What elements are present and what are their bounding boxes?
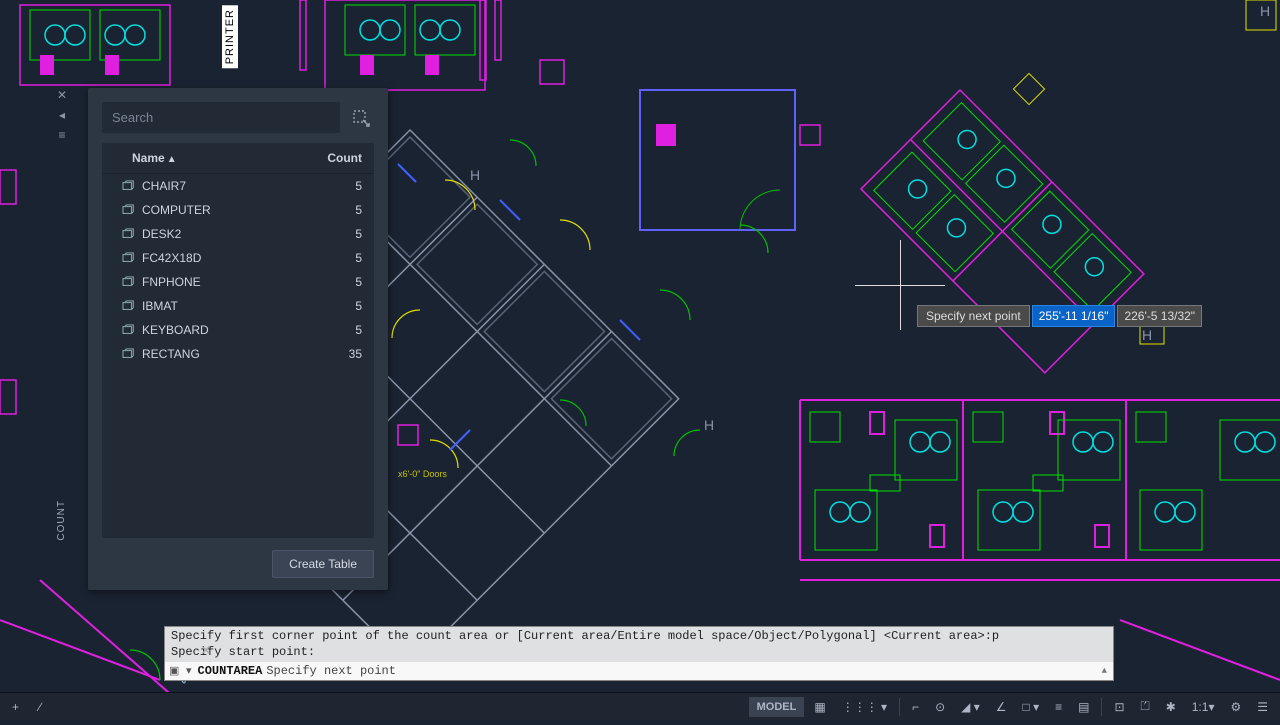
block-icon (122, 252, 136, 264)
row-count: 5 (302, 323, 362, 337)
svg-text:H: H (704, 417, 714, 433)
row-name: RECTANG (142, 347, 302, 361)
row-count: 5 (302, 203, 362, 217)
dyn-value-2[interactable]: 226'-5 13/32" (1117, 305, 1202, 327)
block-icon (122, 324, 136, 336)
block-icon (122, 204, 136, 216)
status-slash: ∕ (33, 696, 47, 718)
menu-icon[interactable]: ≡ (58, 128, 65, 142)
osnap-icon[interactable]: ∠ (990, 696, 1013, 718)
search-input[interactable] (102, 102, 340, 133)
row-name: CHAIR7 (142, 179, 302, 193)
cmd-prompt-icon: ▣ ▾ (169, 664, 192, 678)
block-icon (122, 228, 136, 240)
grid-icon[interactable]: ▦ (808, 696, 831, 718)
block-icon (122, 300, 136, 312)
svg-text:H: H (1142, 327, 1152, 343)
block-icon (122, 180, 136, 192)
workspace-gear-icon[interactable]: ⚙ (1224, 696, 1247, 718)
row-name: FNPHONE (142, 275, 302, 289)
sort-asc-icon: ▲ (167, 154, 177, 165)
col-name-header[interactable]: Name▲ (122, 151, 302, 165)
active-command-name: COUNTAREA (198, 664, 263, 678)
cycling-icon[interactable]: ⊡ (1108, 696, 1130, 718)
select-objects-icon[interactable] (348, 105, 374, 131)
block-icon (122, 348, 136, 360)
row-count: 35 (302, 347, 362, 361)
pin-icon[interactable]: ◂ (59, 108, 65, 122)
coordinates-toggle[interactable]: + (6, 696, 25, 718)
table-row[interactable]: DESK25 (102, 222, 374, 246)
polar-icon[interactable]: ⊙ (929, 696, 951, 718)
dyn-value-1[interactable]: 255'-11 1/16" (1032, 305, 1116, 327)
svg-text:H: H (470, 167, 480, 183)
command-history: Specify first corner point of the count … (165, 627, 1113, 662)
dynamic-input: Specify next point 255'-11 1/16" 226'-5 … (917, 305, 1202, 327)
block-icon (122, 276, 136, 288)
row-count: 5 (302, 179, 362, 193)
table-row[interactable]: FC42X18D5 (102, 246, 374, 270)
command-line[interactable]: Specify first corner point of the count … (164, 626, 1114, 681)
row-name: DESK2 (142, 227, 302, 241)
row-name: KEYBOARD (142, 323, 302, 337)
count-table: Name▲ Count CHAIR75COMPUTER5DESK25FC42X1… (102, 143, 374, 538)
table-row[interactable]: COMPUTER5 (102, 198, 374, 222)
row-count: 5 (302, 299, 362, 313)
count-palette: Name▲ Count CHAIR75COMPUTER5DESK25FC42X1… (88, 88, 388, 590)
cmdline-close-icon[interactable]: ✕ (200, 642, 212, 659)
customize-status-icon[interactable]: ☰ (1251, 696, 1274, 718)
table-row[interactable]: IBMAT5 (102, 294, 374, 318)
close-icon[interactable]: ✕ (57, 88, 67, 102)
row-name: FC42X18D (142, 251, 302, 265)
row-name: COMPUTER (142, 203, 302, 217)
row-count: 5 (302, 275, 362, 289)
printer-label: PRINTER (222, 5, 238, 68)
cmd-scroll-up-icon[interactable]: ▲ (1102, 666, 1107, 676)
command-input-row[interactable]: ▣ ▾ COUNTAREA Specify next point ▲ (165, 662, 1113, 680)
doors-annotation: x6'-0" Doors (398, 470, 447, 480)
svg-text:H: H (1260, 3, 1270, 19)
scale-label[interactable]: 1:1 ▾ (1186, 696, 1221, 718)
create-table-button[interactable]: Create Table (272, 550, 374, 578)
count-sidebar-label: COUNT (56, 500, 67, 541)
lineweight-icon[interactable]: ≡ (1049, 696, 1068, 718)
annotation-visibility-icon[interactable]: ✱ (1160, 696, 1182, 718)
row-name: IBMAT (142, 299, 302, 313)
transparency-icon[interactable]: ▤ (1072, 696, 1095, 718)
otrack-icon[interactable]: □ ▾ (1017, 696, 1046, 718)
col-count-header[interactable]: Count (302, 151, 362, 165)
snap-icon[interactable]: ⋮⋮⋮ ▾ (836, 696, 893, 718)
row-count: 5 (302, 227, 362, 241)
ortho-icon[interactable]: ⌐ (906, 696, 925, 718)
table-row[interactable]: CHAIR75 (102, 174, 374, 198)
active-command-prompt: Specify next point (266, 664, 396, 678)
table-row[interactable]: FNPHONE5 (102, 270, 374, 294)
dyn-prompt-label: Specify next point (917, 305, 1030, 327)
table-row[interactable]: KEYBOARD5 (102, 318, 374, 342)
isodraft-icon[interactable]: ◢ ▾ (955, 696, 986, 718)
status-bar: + ∕ MODEL ▦ ⋮⋮⋮ ▾ ⌐ ⊙ ◢ ▾ ∠ □ ▾ ≡ ▤ ⊡ ⏍ … (0, 692, 1280, 720)
model-space-button[interactable]: MODEL (749, 697, 805, 717)
annotation-scale-icon[interactable]: ⏍ (1135, 695, 1156, 718)
row-count: 5 (302, 251, 362, 265)
table-row[interactable]: RECTANG35 (102, 342, 374, 366)
